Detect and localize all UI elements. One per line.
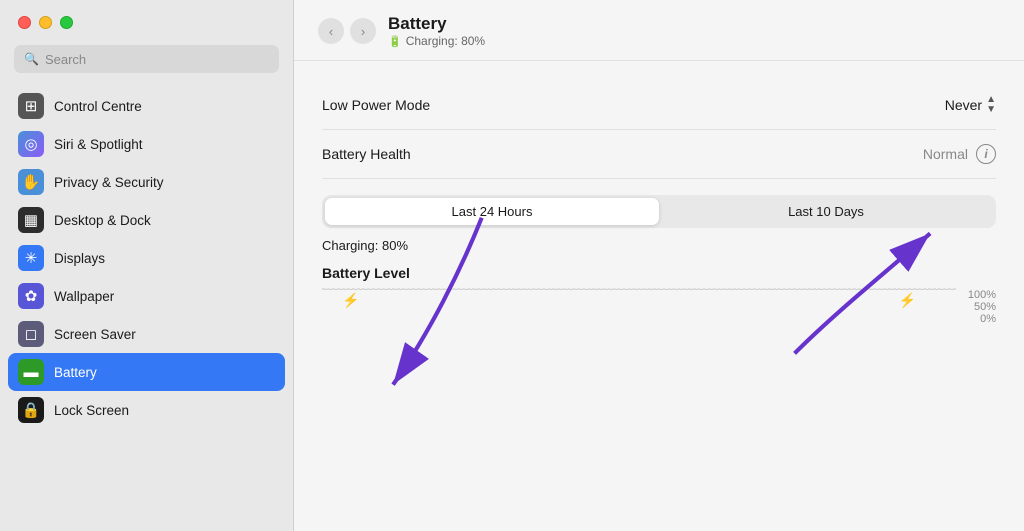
y-label-100: 100%: [960, 289, 996, 301]
sidebar-item-wallpaper[interactable]: ✿ Wallpaper: [8, 277, 285, 315]
charging-text: Charging: 80%: [406, 34, 485, 48]
main-header: ‹ › Battery 🔋 Charging: 80%: [294, 0, 1024, 61]
y-label-50: 50%: [960, 301, 996, 313]
main-body: Low Power Mode Never ▲ ▼ Battery Health …: [294, 61, 1024, 531]
traffic-lights: [0, 0, 293, 41]
sidebar-item-label: Wallpaper: [54, 289, 114, 304]
sidebar-item-label: Displays: [54, 251, 105, 266]
chart-section: Battery Level 100% 50% 0% ⚡: [322, 265, 996, 309]
main-content: ‹ › Battery 🔋 Charging: 80%: [294, 0, 1024, 531]
sidebar-item-label: Privacy & Security: [54, 175, 164, 190]
sidebar-item-label: Screen Saver: [54, 327, 136, 342]
y-label-0: 0%: [960, 313, 996, 325]
sidebar: 🔍 Search ⊞ Control Centre ◎ Siri & Spotl…: [0, 0, 294, 531]
info-button[interactable]: i: [976, 144, 996, 164]
grid-line-100: [322, 289, 956, 290]
time-period-tabs: Last 24 Hours Last 10 Days: [322, 195, 996, 228]
info-icon: i: [984, 147, 987, 161]
battery-health-label: Battery Health: [322, 146, 411, 162]
chart-wrapper: 100% 50% 0%: [322, 289, 996, 290]
lightning-left-icon: ⚡: [342, 292, 359, 309]
siri-icon: ◎: [18, 131, 44, 157]
low-power-mode-label: Low Power Mode: [322, 97, 430, 113]
page-title: Battery: [388, 14, 485, 34]
search-box[interactable]: 🔍 Search: [14, 45, 279, 73]
back-button[interactable]: ‹: [318, 18, 344, 44]
sidebar-item-label: Control Centre: [54, 99, 142, 114]
charging-subtitle: 🔋 Charging: 80%: [388, 34, 485, 48]
chart-title: Battery Level: [322, 265, 996, 281]
search-placeholder: Search: [45, 52, 86, 67]
sidebar-item-label: Desktop & Dock: [54, 213, 151, 228]
chart-y-labels: 100% 50% 0%: [960, 289, 996, 290]
search-icon: 🔍: [24, 52, 39, 66]
sidebar-item-desktop[interactable]: ▦ Desktop & Dock: [8, 201, 285, 239]
sidebar-item-label: Siri & Spotlight: [54, 137, 143, 152]
nav-buttons: ‹ ›: [318, 18, 376, 44]
maximize-button[interactable]: [60, 16, 73, 29]
lockscreen-icon: 🔒: [18, 397, 44, 423]
stepper-arrows[interactable]: ▲ ▼: [986, 95, 996, 115]
sidebar-item-screensaver[interactable]: ◻ Screen Saver: [8, 315, 285, 353]
battery-icon: ▬: [18, 359, 44, 385]
header-title-block: Battery 🔋 Charging: 80%: [388, 14, 485, 48]
privacy-icon: ✋: [18, 169, 44, 195]
sidebar-item-lockscreen[interactable]: 🔒 Lock Screen: [8, 391, 285, 429]
lightning-right-icon: ⚡: [899, 292, 916, 309]
battery-health-row: Battery Health Normal i: [322, 130, 996, 179]
wallpaper-icon: ✿: [18, 283, 44, 309]
chart-bars: [322, 289, 956, 290]
sidebar-item-label: Lock Screen: [54, 403, 129, 418]
sidebar-item-battery[interactable]: ▬ Battery: [8, 353, 285, 391]
screensaver-icon: ◻: [18, 321, 44, 347]
low-power-mode-row: Low Power Mode Never ▲ ▼: [322, 81, 996, 130]
sidebar-item-label: Battery: [54, 365, 97, 380]
desktop-icon: ▦: [18, 207, 44, 233]
charging-status-text: Charging: 80%: [322, 238, 996, 253]
search-container: 🔍 Search: [0, 41, 293, 83]
sidebar-item-siri[interactable]: ◎ Siri & Spotlight: [8, 125, 285, 163]
low-power-mode-selected: Never: [945, 97, 982, 113]
chart-bottom-indicators: ⚡ ⚡: [322, 292, 956, 309]
tab-10-days[interactable]: Last 10 Days: [659, 198, 993, 225]
battery-health-status: Normal: [923, 146, 968, 162]
forward-button[interactable]: ›: [350, 18, 376, 44]
tab-24-hours[interactable]: Last 24 Hours: [325, 198, 659, 225]
sidebar-item-privacy[interactable]: ✋ Privacy & Security: [8, 163, 285, 201]
sidebar-item-displays[interactable]: ✳ Displays: [8, 239, 285, 277]
displays-icon: ✳: [18, 245, 44, 271]
sidebar-item-control-centre[interactable]: ⊞ Control Centre: [8, 87, 285, 125]
battery-charging-icon: 🔋: [388, 35, 402, 48]
minimize-button[interactable]: [39, 16, 52, 29]
low-power-mode-value[interactable]: Never ▲ ▼: [945, 95, 996, 115]
sidebar-items-list: ⊞ Control Centre ◎ Siri & Spotlight ✋ Pr…: [0, 83, 293, 531]
close-button[interactable]: [18, 16, 31, 29]
battery-health-value: Normal i: [923, 144, 996, 164]
control-centre-icon: ⊞: [18, 93, 44, 119]
